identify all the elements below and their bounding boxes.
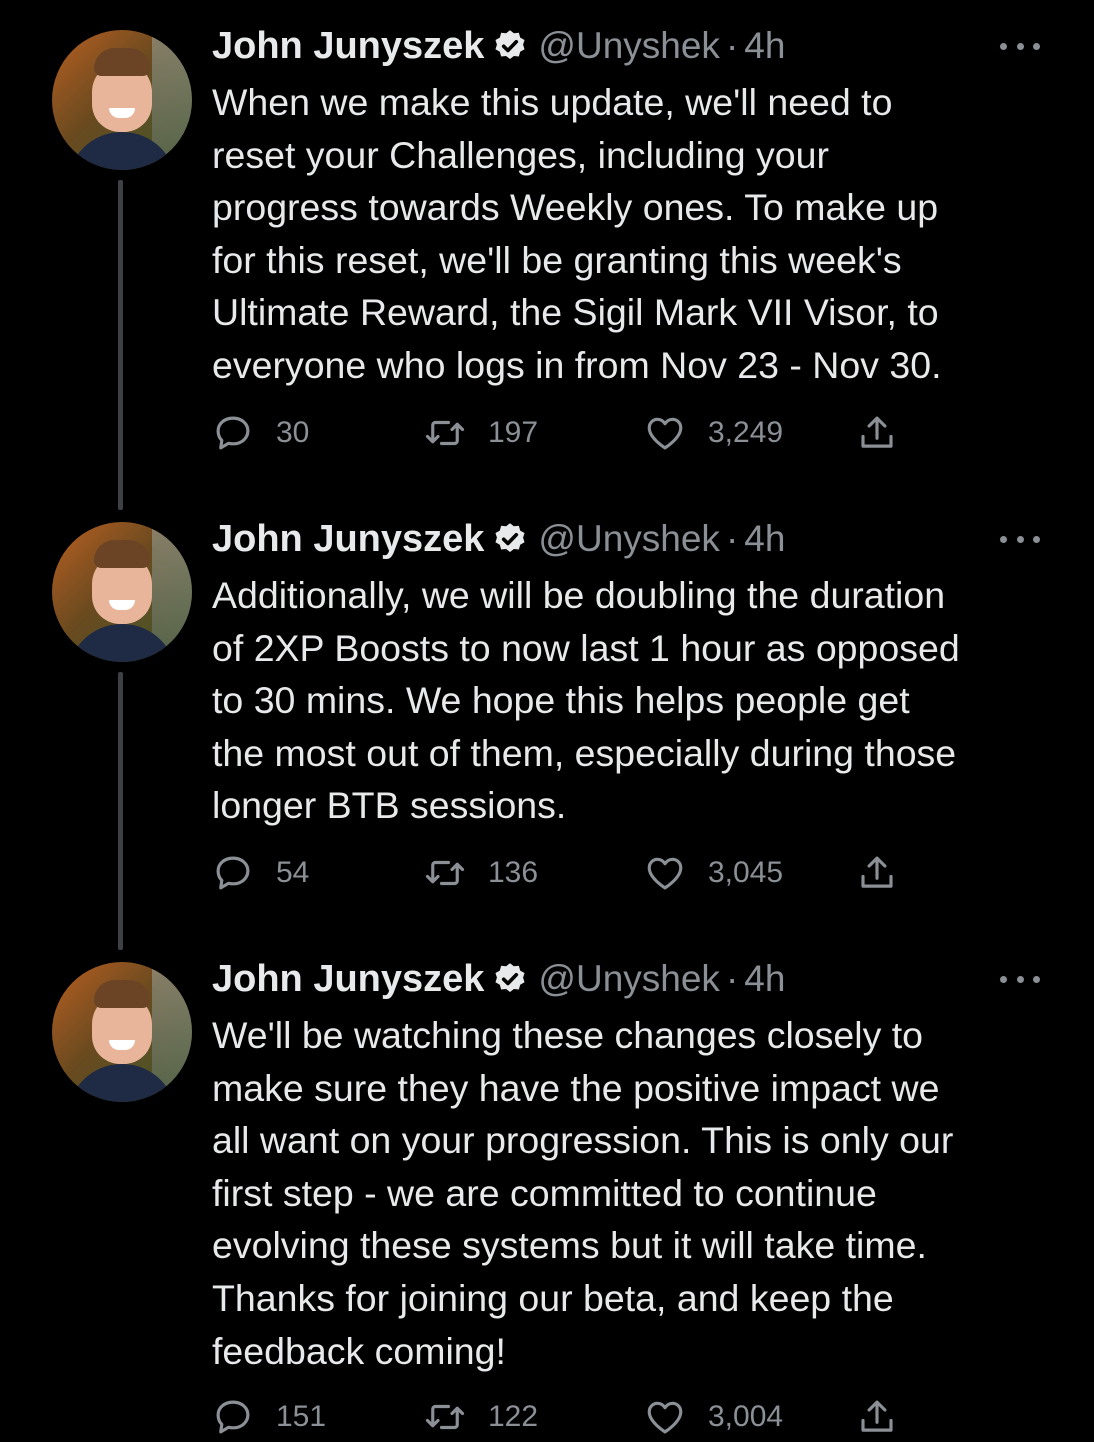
tweet-text: We'll be watching these changes closely …	[212, 1014, 954, 1372]
more-options-icon[interactable]	[1000, 36, 1040, 56]
retweet-count: 136	[488, 856, 539, 889]
tweet-text: When we make this update, we'll need to …	[212, 81, 942, 386]
like-button[interactable]: 3,249	[644, 408, 783, 458]
author-name[interactable]: John Junyszek	[212, 518, 484, 561]
share-icon	[861, 416, 893, 448]
share-button[interactable]	[856, 1392, 898, 1442]
separator-dot: ·	[725, 518, 739, 559]
tweet-actions: 30 197 3,249	[212, 408, 932, 458]
like-count: 3,249	[708, 416, 784, 449]
author-handle[interactable]: @Unyshek	[538, 518, 720, 560]
more-options-icon[interactable]	[1000, 529, 1040, 549]
tweet-actions: 54 136 3,045	[212, 848, 932, 898]
reply-button[interactable]: 54	[212, 848, 309, 898]
reply-button[interactable]: 30	[212, 408, 309, 458]
reply-icon	[216, 856, 250, 890]
verified-badge-icon	[495, 523, 525, 553]
avatar[interactable]	[52, 30, 192, 170]
retweet-icon	[425, 1404, 465, 1430]
retweet-icon	[425, 860, 465, 886]
tweet-header: John Junyszek @Unyshek · 4h	[212, 22, 785, 70]
reply-icon	[216, 416, 250, 450]
share-icon	[861, 856, 893, 888]
avatar[interactable]	[52, 962, 192, 1102]
tweet[interactable]: John Junyszek @Unyshek · 4h Additionally…	[0, 500, 1094, 930]
timestamp[interactable]: 4h	[744, 958, 785, 1000]
author-name[interactable]: John Junyszek	[212, 958, 484, 1001]
heart-icon	[647, 1401, 683, 1434]
separator-dot: ·	[725, 958, 739, 999]
tweet[interactable]: John Junyszek @Unyshek · 4h When we make…	[0, 0, 1094, 490]
reply-icon	[216, 1400, 250, 1434]
verified-badge-icon	[495, 963, 525, 993]
tweet[interactable]: John Junyszek @Unyshek · 4h We'll be wat…	[0, 940, 1094, 1440]
avatar[interactable]	[52, 522, 192, 662]
author-handle[interactable]: @Unyshek	[538, 25, 720, 67]
author-handle[interactable]: @Unyshek	[538, 958, 720, 1000]
timestamp[interactable]: 4h	[744, 518, 785, 560]
like-count: 3,004	[708, 1400, 784, 1433]
reply-count: 151	[276, 1400, 327, 1433]
timestamp[interactable]: 4h	[744, 25, 785, 67]
retweet-button[interactable]: 197	[424, 408, 538, 458]
reply-count: 54	[276, 856, 310, 889]
tweet-header: John Junyszek @Unyshek · 4h	[212, 515, 785, 563]
tweet-header: John Junyszek @Unyshek · 4h	[212, 955, 785, 1003]
retweet-count: 197	[488, 416, 539, 449]
share-button[interactable]	[856, 848, 898, 898]
retweet-count: 122	[488, 1400, 539, 1433]
like-count: 3,045	[708, 856, 784, 889]
separator-dot: ·	[725, 25, 739, 66]
retweet-icon	[425, 420, 465, 446]
retweet-button[interactable]: 122	[424, 1392, 538, 1442]
like-button[interactable]: 3,045	[644, 848, 783, 898]
retweet-button[interactable]: 136	[424, 848, 538, 898]
more-options-icon[interactable]	[1000, 969, 1040, 989]
reply-button[interactable]: 151	[212, 1392, 326, 1442]
reply-count: 30	[276, 416, 310, 449]
heart-icon	[647, 417, 683, 450]
author-name[interactable]: John Junyszek	[212, 25, 484, 68]
tweet-actions: 151 122 3,004	[212, 1392, 932, 1442]
verified-badge-icon	[495, 30, 525, 60]
like-button[interactable]: 3,004	[644, 1392, 783, 1442]
share-icon	[861, 1400, 893, 1432]
tweet-text: Additionally, we will be doubling the du…	[212, 574, 960, 827]
heart-icon	[647, 857, 683, 890]
share-button[interactable]	[856, 408, 898, 458]
